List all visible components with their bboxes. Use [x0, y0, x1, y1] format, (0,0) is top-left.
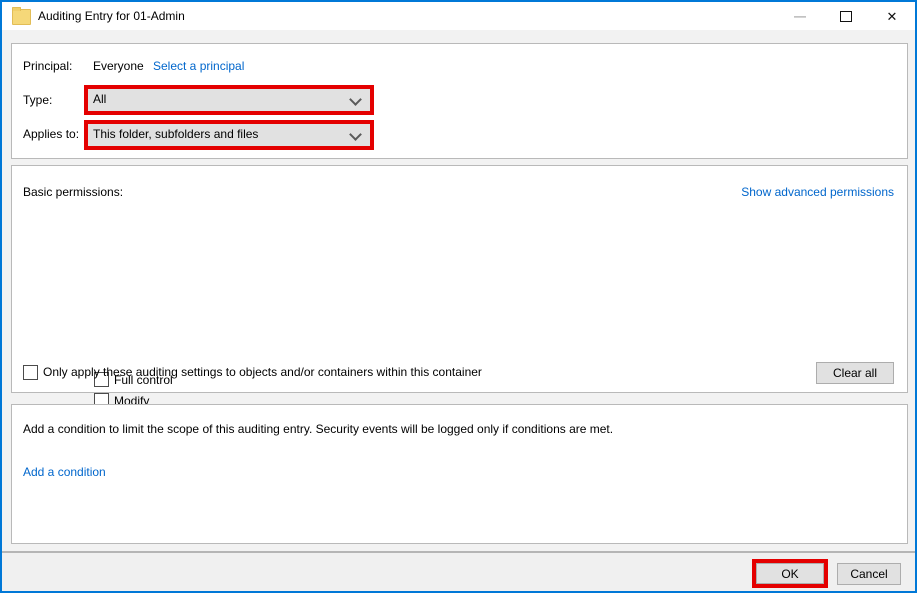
ok-button-highlight: OK	[752, 559, 828, 588]
basic-permissions-heading: Basic permissions:	[23, 185, 123, 199]
show-advanced-permissions-link[interactable]: Show advanced permissions	[741, 185, 894, 199]
only-apply-label: Only apply these auditing settings to ob…	[43, 365, 482, 379]
ok-button[interactable]: OK	[756, 563, 824, 584]
maximize-icon	[840, 11, 852, 22]
only-apply-checkbox[interactable]	[23, 365, 38, 380]
applies-to-dropdown[interactable]: This folder, subfolders and files	[88, 124, 370, 146]
cancel-button[interactable]: Cancel	[837, 563, 901, 585]
add-condition-link[interactable]: Add a condition	[23, 465, 106, 479]
title-bar: Auditing Entry for 01-Admin — ✕	[2, 2, 915, 30]
folder-icon	[12, 9, 31, 25]
principal-label: Principal:	[23, 59, 72, 73]
select-principal-link[interactable]: Select a principal	[153, 59, 244, 73]
principal-value: Everyone	[93, 59, 144, 73]
auditing-entry-dialog: Auditing Entry for 01-Admin — ✕ Principa…	[0, 0, 917, 593]
chevron-down-icon	[349, 128, 362, 141]
applies-to-dropdown-highlight: This folder, subfolders and files	[84, 120, 374, 150]
condition-description: Add a condition to limit the scope of th…	[23, 422, 613, 436]
chevron-down-icon	[349, 93, 362, 106]
window-controls: — ✕	[777, 2, 915, 30]
type-dropdown-highlight: All	[84, 85, 374, 115]
clear-all-button[interactable]: Clear all	[816, 362, 894, 384]
window-title: Auditing Entry for 01-Admin	[38, 9, 185, 23]
close-button[interactable]: ✕	[869, 2, 915, 30]
close-icon: ✕	[887, 10, 898, 23]
basic-permissions-section: Basic permissions: Show advanced permiss…	[11, 165, 908, 393]
type-label: Type:	[23, 93, 52, 107]
type-dropdown[interactable]: All	[88, 89, 370, 111]
applies-to-dropdown-value: This folder, subfolders and files	[93, 127, 258, 141]
maximize-button[interactable]	[823, 2, 869, 30]
minimize-button: —	[777, 2, 823, 30]
applies-to-label: Applies to:	[23, 127, 79, 141]
minimize-icon: —	[794, 10, 806, 22]
principal-section: Principal: Everyone Select a principal T…	[11, 43, 908, 159]
type-dropdown-value: All	[93, 92, 106, 106]
condition-section: Add a condition to limit the scope of th…	[11, 404, 908, 544]
